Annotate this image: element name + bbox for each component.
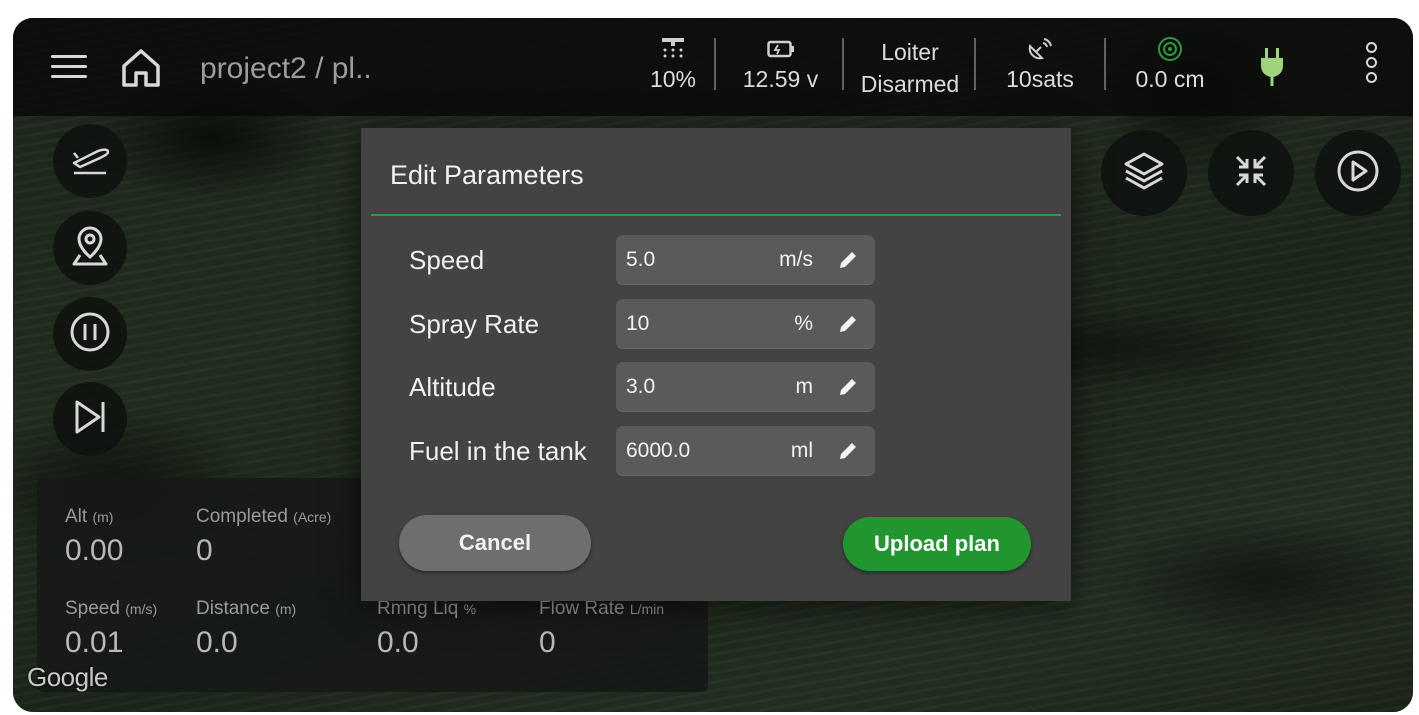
param-row-fuel: Fuel in the tank 6000.0 ml: [409, 426, 879, 476]
divider: [1104, 38, 1106, 90]
param-unit: %: [794, 312, 813, 335]
param-label: Spray Rate: [409, 309, 540, 339]
play-button[interactable]: [1315, 130, 1401, 216]
param-row-spray-rate: Spray Rate 10 %: [409, 299, 879, 349]
flight-mode: Loiter: [881, 39, 939, 65]
param-unit: m: [795, 375, 814, 398]
battery-voltage: 12.59 v: [742, 66, 819, 92]
skip-forward-icon: [70, 397, 110, 442]
arm-state: Disarmed: [860, 71, 960, 97]
spray-value: 10%: [649, 66, 697, 92]
pause-button[interactable]: [53, 297, 127, 371]
distance-unit: (m): [275, 601, 297, 617]
radar-icon: [1125, 36, 1215, 62]
alt-label: Alt: [65, 506, 88, 527]
more-vertical-icon[interactable]: [1363, 42, 1379, 90]
spray-rate-input[interactable]: 10 %: [616, 299, 875, 349]
satellite-dish-icon: [995, 36, 1085, 62]
telemetry-flow-rate: Flow Rate L/min 0: [539, 598, 664, 660]
remaining-unit: %: [463, 601, 477, 617]
distance-value: 0.0: [196, 626, 238, 659]
play-circle-icon: [1335, 148, 1381, 199]
speed-value: 0.01: [65, 626, 124, 659]
rangefinder-value: 0.0 cm: [1135, 66, 1205, 92]
param-value: 3.0: [626, 375, 656, 398]
layers-button[interactable]: [1101, 130, 1187, 216]
collapse-button[interactable]: [1208, 130, 1294, 216]
dialog-title: Edit Parameters: [390, 160, 584, 190]
divider: [714, 38, 716, 90]
google-attribution: Google: [27, 662, 108, 692]
param-unit: ml: [790, 439, 813, 462]
distance-label: Distance: [196, 598, 270, 619]
completed-label: Completed: [196, 506, 288, 527]
flow-unit: L/min: [629, 601, 665, 617]
pencil-icon[interactable]: [837, 249, 859, 271]
project-title: project2 / pl..: [200, 52, 372, 85]
fuel-input[interactable]: 6000.0 ml: [616, 426, 875, 476]
takeoff-icon: [68, 141, 112, 182]
remaining-label: Rmng Liq: [377, 598, 459, 619]
divider: [842, 38, 844, 90]
location-pin-icon: [70, 224, 110, 273]
flow-value: 0: [539, 626, 556, 659]
param-value: 10: [626, 312, 650, 335]
param-value: 5.0: [626, 248, 656, 271]
param-label: Altitude: [409, 372, 496, 402]
app-screen: project2 / pl.. 10% 12.59 v Loiter Disar…: [13, 18, 1413, 712]
telemetry-remaining-liquid: Rmng Liq % 0.0: [377, 598, 476, 660]
gps-sats: 10sats: [1006, 66, 1074, 92]
hamburger-menu-icon[interactable]: [51, 55, 87, 81]
param-row-speed: Speed 5.0 m/s: [409, 235, 879, 285]
battery-status: 12.59 v: [733, 36, 828, 100]
battery-icon: [733, 36, 828, 62]
gps-status: 10sats: [995, 36, 1085, 100]
param-label: Fuel in the tank: [409, 436, 587, 466]
pencil-icon[interactable]: [837, 440, 859, 462]
telemetry-speed: Speed (m/s) 0.01: [65, 598, 157, 660]
remaining-value: 0.0: [377, 626, 419, 659]
speed-label: Speed: [65, 598, 120, 619]
upload-plan-button[interactable]: Upload plan: [843, 517, 1031, 571]
speed-unit: (m/s): [125, 601, 158, 617]
param-unit: m/s: [779, 248, 813, 271]
completed-unit: (Acre): [293, 509, 332, 525]
collapse-icon: [1231, 151, 1271, 196]
home-icon[interactable]: [119, 46, 163, 90]
speed-input[interactable]: 5.0 m/s: [616, 235, 875, 285]
telemetry-completed: Completed (Acre) 0: [196, 506, 331, 568]
telemetry-distance: Distance (m) 0.0: [196, 598, 296, 660]
pencil-icon[interactable]: [837, 376, 859, 398]
plug-icon[interactable]: [1258, 46, 1286, 88]
rangefinder-status: 0.0 cm: [1125, 36, 1215, 100]
param-label: Speed: [409, 245, 485, 275]
flight-mode-status[interactable]: Loiter Disarmed: [850, 36, 970, 100]
spray-status: 10%: [643, 36, 703, 100]
cancel-button[interactable]: Cancel: [399, 515, 591, 571]
pencil-icon[interactable]: [837, 313, 859, 335]
edit-parameters-dialog: Edit Parameters Speed 5.0 m/s Spray Rate…: [361, 128, 1071, 601]
dialog-divider: [371, 214, 1061, 216]
pause-circle-icon: [68, 310, 112, 359]
takeoff-button[interactable]: [53, 124, 127, 198]
skip-button[interactable]: [53, 382, 127, 456]
completed-value: 0: [196, 534, 213, 567]
waypoint-button[interactable]: [53, 211, 127, 285]
alt-value: 0.00: [65, 534, 124, 567]
sprayer-icon: [643, 36, 703, 62]
alt-unit: (m): [92, 509, 114, 525]
altitude-input[interactable]: 3.0 m: [616, 362, 875, 412]
divider: [974, 38, 976, 90]
layers-icon: [1121, 148, 1167, 199]
flow-label: Flow Rate: [539, 598, 625, 619]
top-bar: project2 / pl.. 10% 12.59 v Loiter Disar…: [13, 18, 1413, 116]
telemetry-alt: Alt (m) 0.00: [65, 506, 123, 568]
param-row-altitude: Altitude 3.0 m: [409, 362, 879, 412]
param-value: 6000.0: [626, 439, 691, 462]
